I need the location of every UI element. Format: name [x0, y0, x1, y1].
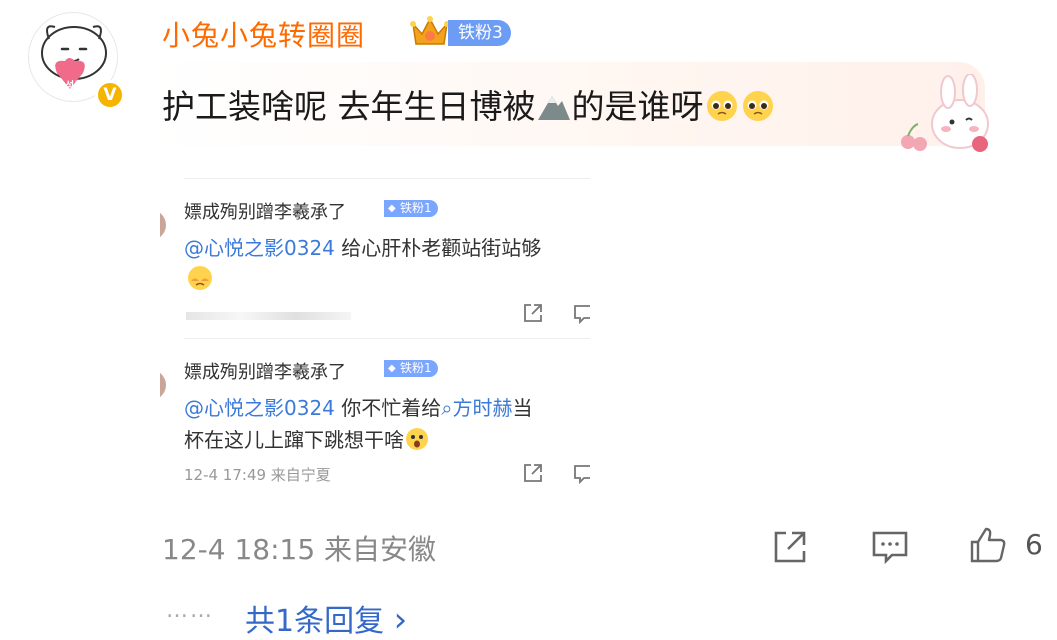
comment-icon[interactable] — [870, 527, 910, 567]
view-replies-link[interactable]: 共1条回复 › — [245, 596, 407, 640]
like-count: 6 — [1025, 528, 1043, 561]
comment-icon — [574, 305, 590, 324]
comment-icon — [574, 465, 590, 484]
share-icon[interactable] — [770, 527, 810, 567]
comment-location: 来自安徽 — [324, 533, 437, 566]
fan-badge: 铁粉1 — [384, 200, 438, 217]
shocked-face-icon — [406, 428, 428, 450]
bunny-sticker-icon — [901, 74, 989, 152]
search-icon: ⌕ — [441, 396, 453, 420]
fan-badge[interactable]: 铁粉3 — [448, 20, 511, 46]
embedded-screenshot[interactable]: 嫖成殉别蹭李羲承了 铁粉1 @心悦之影0324 给心肝朴老颧站街站够 嫖成殉别蹭… — [160, 178, 590, 488]
pleading-face-icon — [706, 91, 737, 121]
reply-text-line2: 杯在这儿上蹿下跳想干啥 — [184, 424, 430, 453]
reply-username: 嫖成殉别蹭李羲承了 — [184, 202, 346, 223]
blurred-meta — [186, 312, 351, 320]
reply-username: 嫖成殉别蹭李羲承了 — [184, 362, 346, 383]
share-icon — [524, 464, 542, 482]
fan-badge: 铁粉1 — [384, 360, 438, 377]
pleading-face-icon — [742, 91, 773, 121]
reply-text-body: 你不忙着给 — [334, 396, 442, 420]
comment-time: 12-4 18:15 — [162, 533, 316, 566]
reply-text: @心悦之影0324 你不忙着给⌕方时赫当 — [184, 392, 532, 421]
crying-face-icon — [188, 266, 212, 290]
reply-text-line2-body: 杯在这儿上蹿下跳想干啥 — [184, 428, 404, 452]
avatar-label: 성공! — [65, 81, 88, 92]
reply-text: @心悦之影0324 给心肝朴老颧站街站够 — [184, 232, 541, 261]
reply-meta: 12-4 17:49 来自宁夏 — [184, 466, 331, 484]
verified-badge: V — [95, 80, 125, 110]
reply-dots: …… — [166, 598, 214, 623]
view-replies-label: 共1条回复 — [245, 604, 385, 639]
mountain-icon — [537, 96, 570, 120]
comment-text-part2: 的是谁呀 — [571, 87, 704, 126]
reply-text-body: 给心肝朴老颧站街站够 — [334, 236, 542, 260]
mention-link: @心悦之影0324 — [184, 236, 335, 260]
chevron-right-icon: › — [393, 600, 408, 640]
username[interactable]: 小兔小兔转圈圈 — [162, 14, 365, 54]
avatar — [160, 370, 166, 400]
like-icon[interactable] — [968, 525, 1008, 565]
comment-text: 护工装啥呢 去年生日博被 的是谁呀 — [162, 80, 776, 128]
search-link: 方时赫 — [452, 396, 513, 420]
share-icon — [524, 304, 542, 322]
reply-text-tail: 当 — [512, 396, 533, 420]
comment-meta: 12-4 18:15 来自安徽 — [162, 528, 436, 568]
avatar — [160, 210, 166, 240]
crown-icon — [410, 16, 450, 45]
comment-text-part1: 护工装啥呢 去年生日博被 — [162, 87, 536, 126]
mention-link: @心悦之影0324 — [184, 396, 335, 420]
